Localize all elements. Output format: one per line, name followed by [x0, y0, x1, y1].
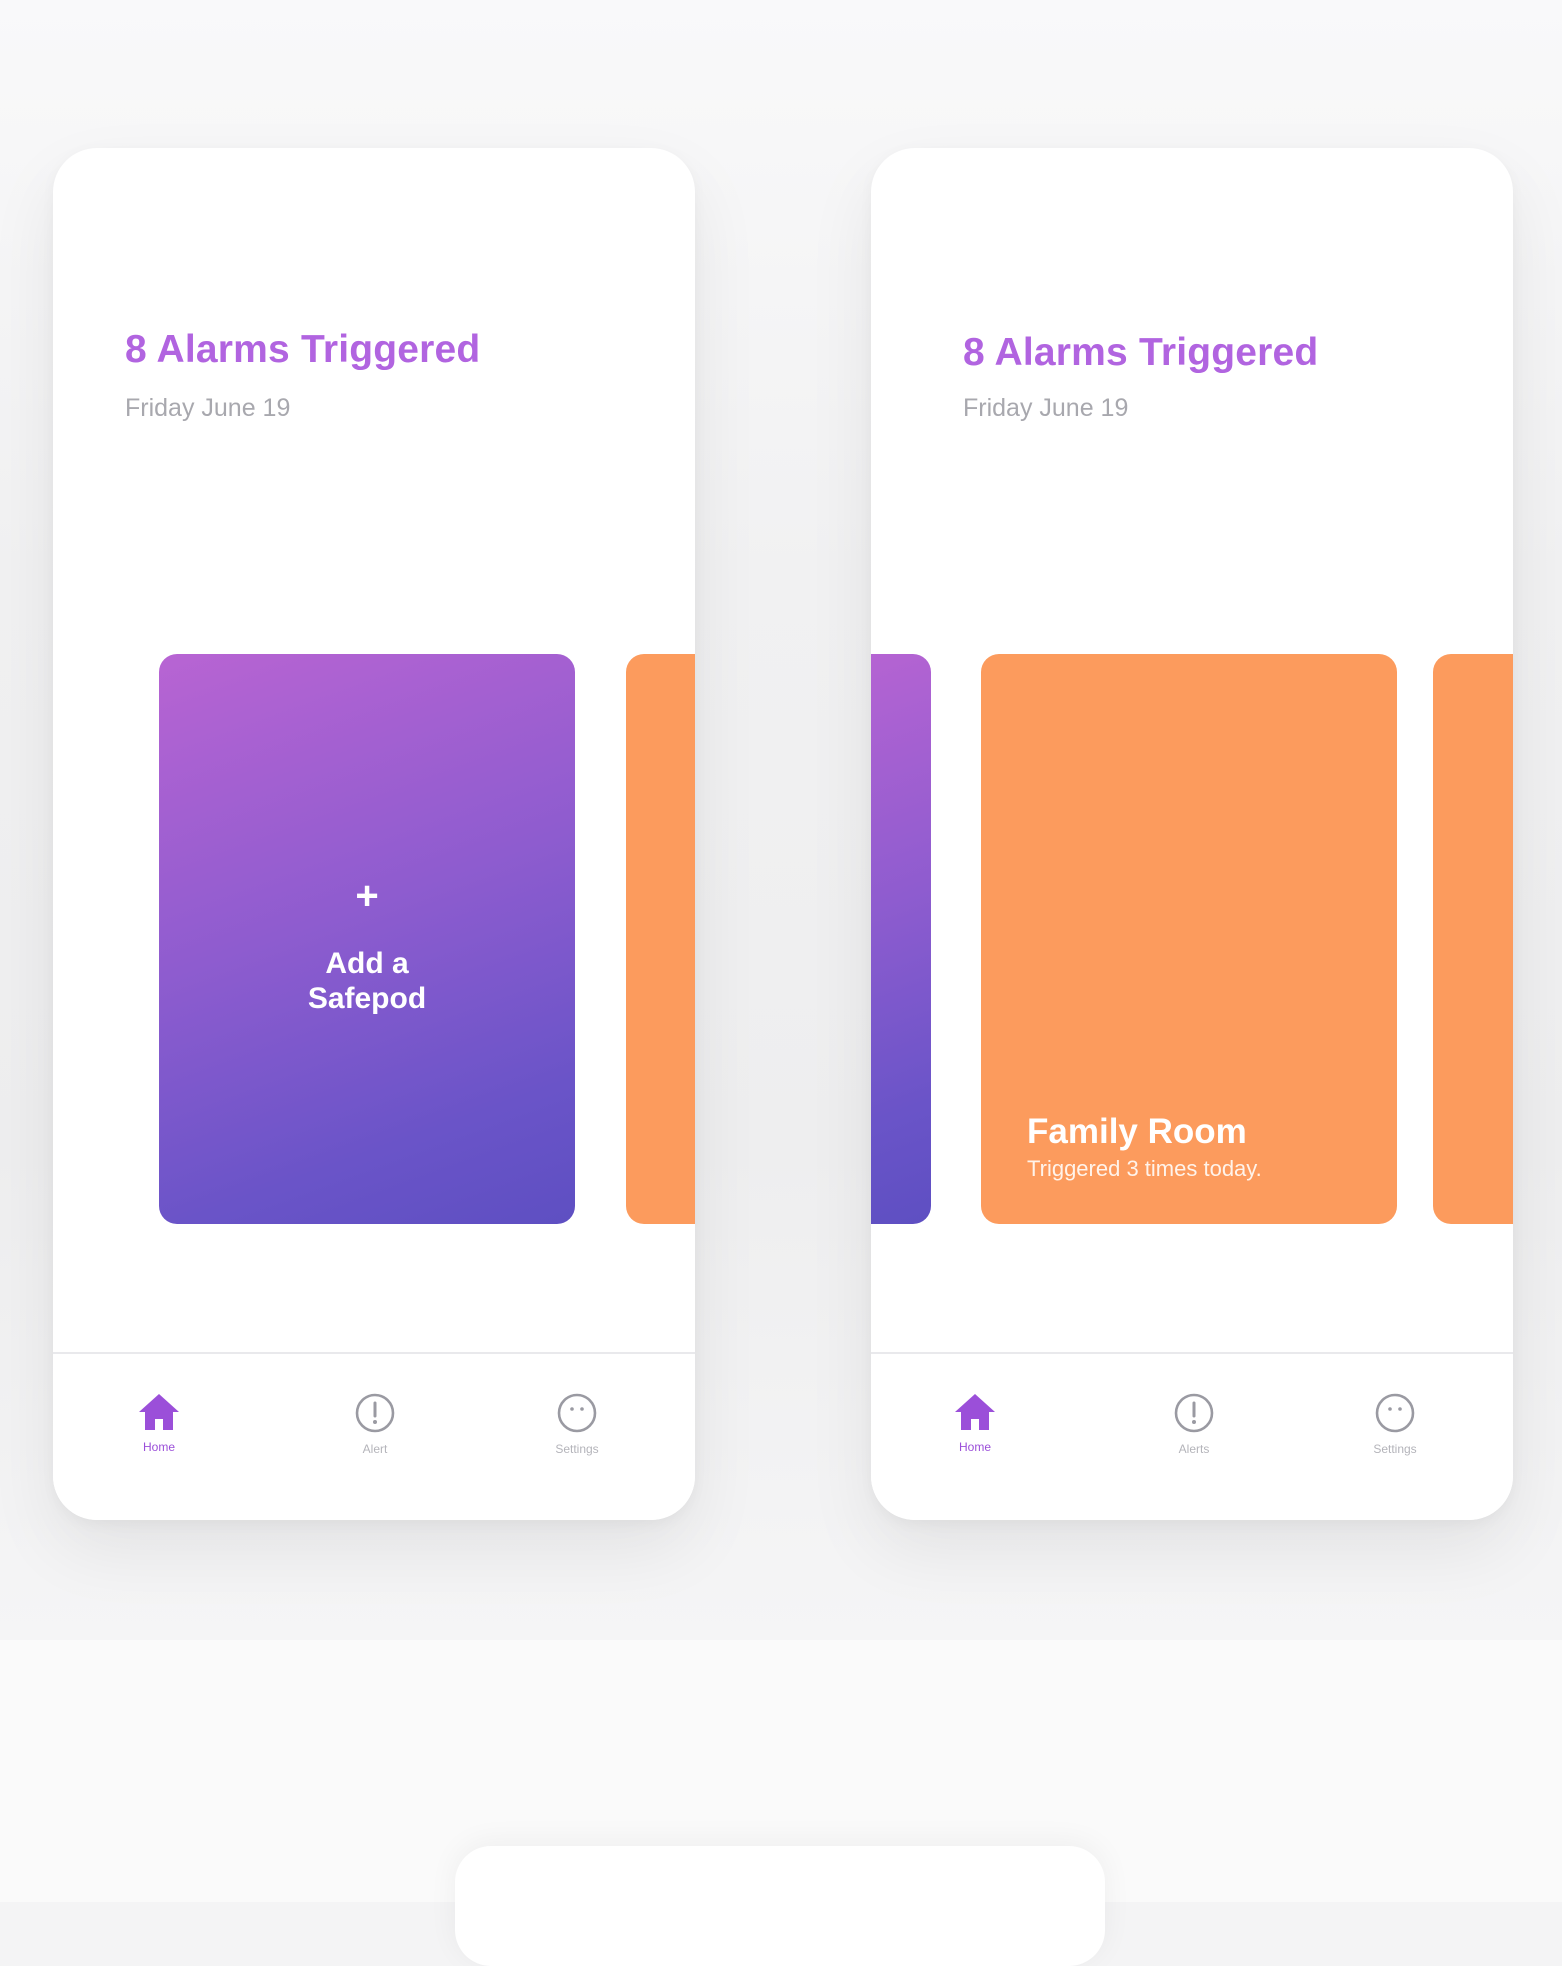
tab-bar: Home Alert Settings: [53, 1352, 695, 1520]
page-title: 8 Alarms Triggered: [963, 331, 1319, 374]
tab-alert[interactable]: Alert: [315, 1392, 435, 1456]
alert-icon: [355, 1393, 395, 1433]
tab-label: Home: [958, 1440, 991, 1454]
tab-label: Alerts: [1178, 1442, 1210, 1456]
home-icon: [139, 1394, 179, 1430]
plus-icon: +: [355, 874, 379, 918]
date-label: Friday June 19: [125, 394, 291, 422]
room-status: Triggered 3 times today.: [1027, 1156, 1262, 1181]
add-safepod-card-peek[interactable]: [871, 654, 931, 1224]
room-card[interactable]: Family Room Triggered 3 times today.: [981, 654, 1397, 1224]
tab-home[interactable]: Home: [915, 1392, 1035, 1454]
tab-label: Home: [142, 1440, 175, 1454]
room-card-peek[interactable]: [626, 654, 695, 1224]
tab-home[interactable]: Home: [99, 1392, 219, 1454]
phone-screen-home-add: 8 Alarms Triggered Friday June 19 + Add …: [53, 148, 695, 1520]
room-card-peek[interactable]: [1433, 654, 1513, 1224]
room-name: Family Room: [1027, 1112, 1247, 1151]
tab-label: Settings: [1373, 1442, 1417, 1456]
settings-icon: [557, 1393, 597, 1433]
settings-icon: [1375, 1393, 1415, 1433]
tab-settings[interactable]: Settings: [1335, 1392, 1455, 1456]
tab-label: Alert: [362, 1442, 388, 1456]
phone-screen-home-room: 8 Alarms Triggered Friday June 19 Family…: [871, 148, 1513, 1520]
tab-label: Settings: [555, 1442, 599, 1456]
tab-alerts[interactable]: Alerts: [1134, 1392, 1254, 1456]
page-title: 8 Alarms Triggered: [125, 328, 481, 371]
alert-icon: [1174, 1393, 1214, 1433]
tab-bar: Home Alerts Settings: [871, 1352, 1513, 1520]
add-safepod-label: Add a Safepod: [307, 947, 427, 1015]
add-safepod-card[interactable]: + Add a Safepod: [159, 654, 575, 1224]
home-icon: [955, 1394, 995, 1430]
add-safepod-content: + Add a Safepod: [159, 876, 575, 1016]
date-label: Friday June 19: [963, 394, 1129, 422]
next-screen-card: [455, 1846, 1105, 1966]
tab-settings[interactable]: Settings: [517, 1392, 637, 1456]
